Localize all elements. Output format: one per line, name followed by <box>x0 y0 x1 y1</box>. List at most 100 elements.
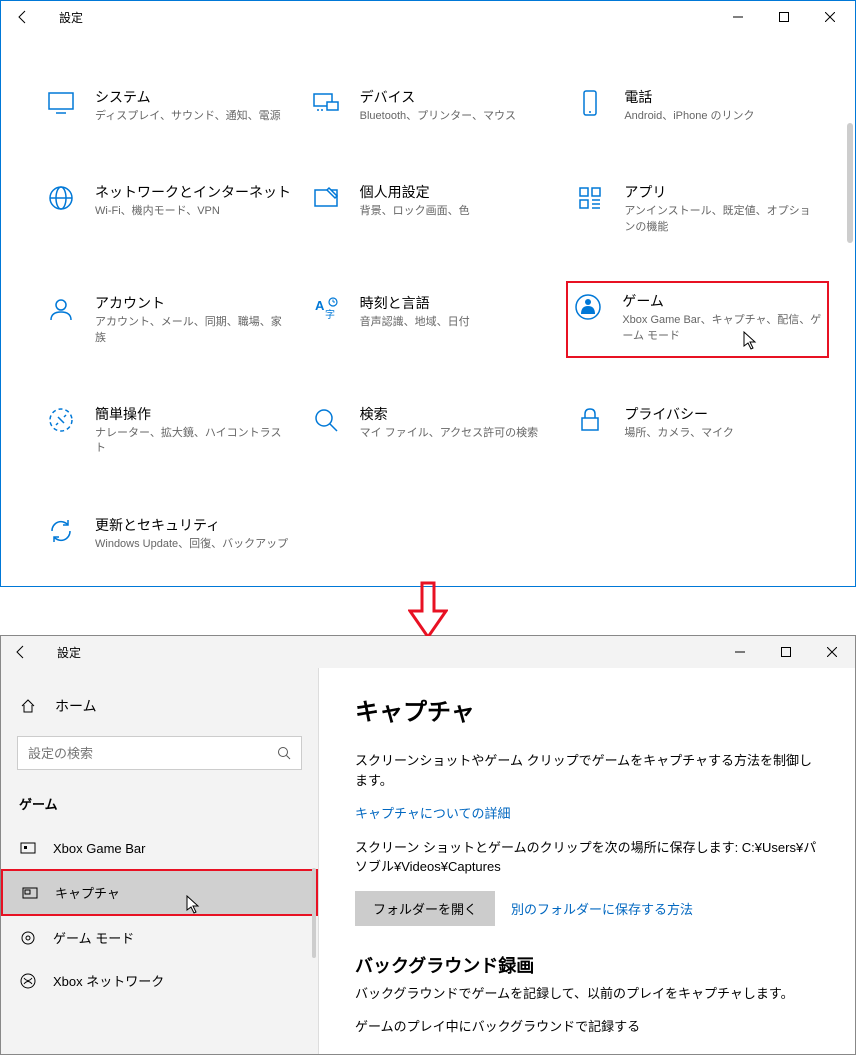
save-path-text: スクリーン ショットとゲームのクリップを次の場所に保存します: C:¥Users… <box>355 838 819 877</box>
category-privacy[interactable]: プライバシー場所、カメラ、マイク <box>570 400 825 461</box>
sidebar-item-captures[interactable]: キャプチャ <box>1 869 318 916</box>
titlebar: 設定 <box>1 636 855 668</box>
window-title: 設定 <box>59 9 83 26</box>
settings-categories-grid: システムディスプレイ、サウンド、通知、電源 デバイス Bluetooth、プリンター… <box>1 33 855 586</box>
home-icon <box>19 697 37 715</box>
category-desc: Wi-Fi、機内モード、VPN <box>95 204 292 219</box>
sidebar-item-label: Xbox ネットワーク <box>53 971 164 990</box>
search-input[interactable] <box>28 746 277 761</box>
content-pane: キャプチャ スクリーンショットやゲーム クリップでゲームをキャプチャする方法を制… <box>319 668 855 1054</box>
category-time[interactable]: A字時刻と言語音声認識、地域、日付 <box>306 289 561 350</box>
sidebar-item-xbox-gamebar[interactable]: Xbox Game Bar <box>1 827 318 869</box>
home-label: ホーム <box>55 696 97 716</box>
category-title: 電話 <box>624 87 821 107</box>
intro-text: スクリーンショットやゲーム クリップでゲームをキャプチャする方法を制御します。 <box>355 751 819 790</box>
category-desc: Windows Update、回復、バックアップ <box>95 537 292 552</box>
category-title: 更新とセキュリティ <box>95 515 292 535</box>
category-desc: ナレーター、拡大鏡、ハイコントラスト <box>95 426 292 457</box>
maximize-button[interactable] <box>763 636 809 668</box>
category-network[interactable]: ネットワークとインターネット Wi-Fi、機内モード、VPN <box>41 178 296 239</box>
category-apps[interactable]: アプリアンインストール、既定値、オプションの機能 <box>570 178 825 239</box>
back-button[interactable] <box>11 5 35 29</box>
close-button[interactable] <box>807 1 853 33</box>
sidebar-item-label: ゲーム モード <box>53 928 134 947</box>
category-personalization[interactable]: 個人用設定背景、ロック画面、色 <box>306 178 561 239</box>
category-desc: 場所、カメラ、マイク <box>624 426 821 441</box>
learn-more-link[interactable]: キャプチャについての詳細 <box>355 806 510 821</box>
other-folder-link[interactable]: 別のフォルダーに保存する方法 <box>511 899 693 918</box>
sidebar-section-label: ゲーム <box>1 786 318 827</box>
cursor-icon <box>186 895 202 911</box>
category-desc: アンインストール、既定値、オプションの機能 <box>624 204 821 235</box>
category-gaming[interactable]: ゲームXbox Game Bar、キャプチャ、配信、ゲーム モード <box>566 281 829 358</box>
xbox-gamebar-icon <box>19 839 37 857</box>
back-button[interactable] <box>9 640 33 664</box>
category-ease[interactable]: 簡単操作ナレーター、拡大鏡、ハイコントラスト <box>41 400 296 461</box>
personalization-icon <box>310 182 342 214</box>
privacy-icon <box>574 404 606 436</box>
category-title: デバイス <box>360 87 557 107</box>
scrollbar[interactable] <box>847 123 853 243</box>
close-button[interactable] <box>809 636 855 668</box>
phone-icon <box>574 87 606 119</box>
page-heading: キャプチャ <box>355 692 819 727</box>
titlebar: 設定 <box>1 1 855 33</box>
category-desc: Xbox Game Bar、キャプチャ、配信、ゲーム モード <box>622 313 823 344</box>
window-title: 設定 <box>57 644 81 661</box>
minimize-button[interactable] <box>717 636 763 668</box>
category-desc: アカウント、メール、同期、職場、家族 <box>95 315 292 346</box>
sidebar-item-gamemode[interactable]: ゲーム モード <box>1 916 318 959</box>
category-title: 簡単操作 <box>95 404 292 424</box>
sidebar-item-label: Xbox Game Bar <box>53 841 146 856</box>
category-desc: Bluetooth、プリンター、マウス <box>360 109 557 124</box>
category-desc: 音声認識、地域、日付 <box>360 315 557 330</box>
category-phone[interactable]: 電話 Android、iPhone のリンク <box>570 83 825 128</box>
maximize-button[interactable] <box>761 1 807 33</box>
xbox-network-icon <box>19 972 37 990</box>
open-folder-button[interactable]: フォルダーを開く <box>355 891 495 926</box>
sidebar-item-xbox-network[interactable]: Xbox ネットワーク <box>1 959 318 1002</box>
accounts-icon <box>45 293 77 325</box>
search-icon <box>277 746 291 760</box>
minimize-button[interactable] <box>715 1 761 33</box>
settings-window-main: 設定 システムディスプレイ、サウンド、通知、電源 デバイス Bluetooth、プリ… <box>0 0 856 587</box>
category-update[interactable]: 更新とセキュリティ Windows Update、回復、バックアップ <box>41 511 296 556</box>
svg-text:A: A <box>315 298 325 313</box>
system-icon <box>45 87 77 119</box>
gamemode-icon <box>19 929 37 947</box>
category-title: システム <box>95 87 292 107</box>
update-icon <box>45 515 77 547</box>
category-title: ゲーム <box>622 291 823 311</box>
category-title: 検索 <box>360 404 557 424</box>
category-title: アプリ <box>624 182 821 202</box>
category-search[interactable]: 検索マイ ファイル、アクセス許可の検索 <box>306 400 561 461</box>
background-toggle-label: ゲームのプレイ中にバックグラウンドで記録する <box>355 1017 819 1037</box>
settings-window-capture: 設定 ホーム ゲーム Xbox Game Barキャプチャゲーム モードX <box>0 635 856 1055</box>
sidebar: ホーム ゲーム Xbox Game Bar キャプチャゲーム モード Xbox ネッ… <box>1 668 319 1054</box>
category-title: ネットワークとインターネット <box>95 182 292 202</box>
background-desc: バックグラウンドでゲームを記録して、以前のプレイをキャプチャします。 <box>355 984 819 1004</box>
time-icon: A字 <box>310 293 342 325</box>
ease-icon <box>45 404 77 436</box>
flow-arrow <box>0 581 856 641</box>
category-desc: Android、iPhone のリンク <box>624 109 821 124</box>
home-button[interactable]: ホーム <box>1 688 318 724</box>
sidebar-scrollbar[interactable] <box>312 868 316 958</box>
search-box[interactable] <box>17 736 302 770</box>
category-title: 時刻と言語 <box>360 293 557 313</box>
category-desc: 背景、ロック画面、色 <box>360 204 557 219</box>
gaming-icon <box>572 291 604 323</box>
sidebar-item-label: キャプチャ <box>55 883 120 902</box>
svg-text:字: 字 <box>325 308 335 321</box>
category-system[interactable]: システムディスプレイ、サウンド、通知、電源 <box>41 83 296 128</box>
category-title: 個人用設定 <box>360 182 557 202</box>
category-title: プライバシー <box>624 404 821 424</box>
network-icon <box>45 182 77 214</box>
category-desc: ディスプレイ、サウンド、通知、電源 <box>95 109 292 124</box>
category-title: アカウント <box>95 293 292 313</box>
category-devices[interactable]: デバイス Bluetooth、プリンター、マウス <box>306 83 561 128</box>
captures-icon <box>21 884 39 902</box>
category-desc: マイ ファイル、アクセス許可の検索 <box>360 426 557 441</box>
category-accounts[interactable]: アカウントアカウント、メール、同期、職場、家族 <box>41 289 296 350</box>
apps-icon <box>574 182 606 214</box>
